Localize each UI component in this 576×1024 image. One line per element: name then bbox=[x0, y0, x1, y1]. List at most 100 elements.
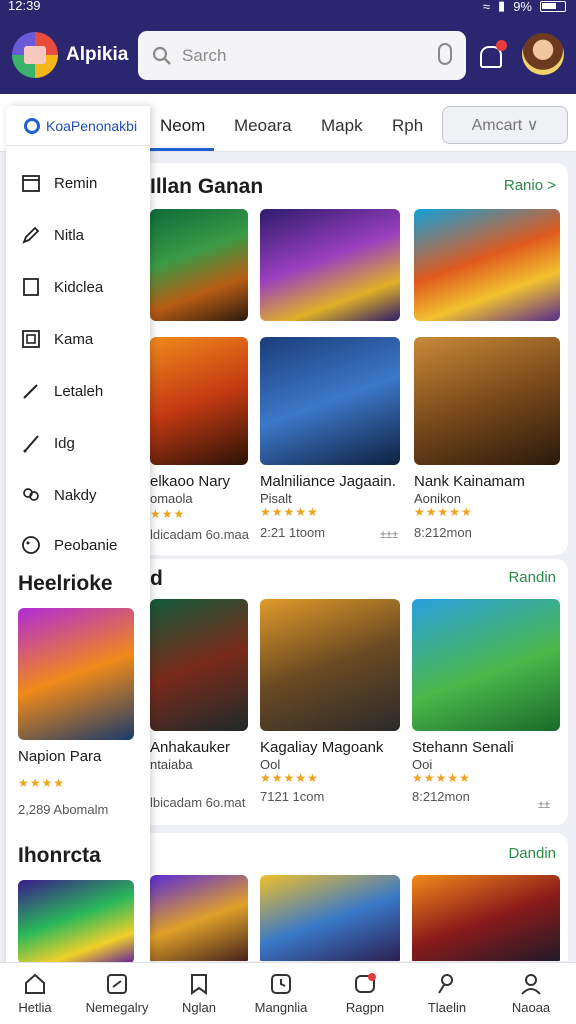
game-thumbnail[interactable] bbox=[150, 599, 248, 731]
game-subtitle: Pisalt bbox=[260, 491, 292, 506]
bottom-navigation: Hetlia Nemegalry Nglan Mangnlia Ragpn Tl… bbox=[0, 962, 576, 1024]
game-meta: 2:21 1toom bbox=[260, 525, 326, 540]
drawer-header[interactable]: KoaPenonakbi bbox=[6, 106, 150, 146]
nav-games[interactable]: Nemegalry bbox=[82, 967, 152, 1015]
nav-label: Nemegalry bbox=[85, 1000, 149, 1015]
game-title[interactable]: Kagaliay Magoank bbox=[260, 739, 383, 756]
section-more-link[interactable]: Ranio > bbox=[504, 177, 556, 194]
section-more-link[interactable]: Randin bbox=[508, 569, 556, 586]
avatar[interactable] bbox=[522, 33, 564, 75]
featured-game-thumbnail[interactable] bbox=[18, 608, 134, 740]
nav-clock[interactable]: Mangnlia bbox=[246, 967, 316, 1015]
game-thumbnail[interactable] bbox=[412, 875, 560, 961]
drawer-item-label: Nitla bbox=[54, 226, 85, 244]
game-title[interactable]: Malniliance Jagaain. bbox=[260, 473, 396, 490]
featured-game-rating: ★★★★ bbox=[18, 776, 66, 790]
tab-mapk[interactable]: Mapk bbox=[321, 116, 363, 136]
drawer-item[interactable]: Remin bbox=[20, 172, 97, 194]
game-rating: ★★★★★ bbox=[412, 771, 471, 785]
drawer-item-label: Peobanie bbox=[54, 536, 118, 554]
side-drawer: KoaPenonakbi Remin Nitla Kidclea Kama Le… bbox=[6, 106, 150, 966]
game-thumbnail[interactable] bbox=[150, 209, 248, 321]
game-thumbnail[interactable] bbox=[150, 875, 248, 961]
game-subtitle: Aonikon bbox=[414, 491, 461, 506]
wifi-icon: ≈ bbox=[482, 0, 491, 14]
game-meta: 8:212mon bbox=[412, 789, 470, 804]
search-icon bbox=[152, 46, 171, 65]
game-title[interactable]: Anhakauker bbox=[150, 739, 230, 756]
drawer-item-label: Nakdy bbox=[54, 486, 97, 504]
drawer-item[interactable]: Kama bbox=[20, 328, 93, 350]
drawer-item[interactable]: Nakdy bbox=[20, 484, 97, 506]
game-subtitle: Ool bbox=[260, 757, 281, 772]
palette-icon bbox=[20, 534, 42, 556]
game-thumbnail[interactable] bbox=[414, 209, 560, 321]
drawer-section-title: Heelrioke bbox=[18, 572, 113, 595]
nav-label: Nglan bbox=[182, 1000, 216, 1015]
category-dropdown[interactable]: Amcart ∨ bbox=[442, 106, 568, 144]
game-title[interactable]: elkaoo Nary bbox=[150, 473, 230, 490]
game-thumbnail[interactable] bbox=[414, 337, 560, 465]
bookmark-icon bbox=[186, 971, 212, 997]
tab-rph[interactable]: Rph bbox=[392, 116, 423, 136]
game-meta: 8:212mon bbox=[414, 525, 472, 540]
mic-icon[interactable] bbox=[438, 43, 452, 65]
game-subtitle: Ooi bbox=[412, 757, 433, 772]
featured-game-thumbnail[interactable] bbox=[18, 880, 134, 964]
download-icon[interactable]: ±± bbox=[538, 799, 550, 811]
game-subtitle: omaola bbox=[150, 491, 193, 506]
nav-community[interactable]: Tlaelin bbox=[412, 967, 482, 1015]
game-thumbnail[interactable] bbox=[150, 337, 248, 465]
nav-profile[interactable]: Naoaa bbox=[496, 967, 566, 1015]
game-thumbnail[interactable] bbox=[260, 875, 400, 961]
status-icons: ≈ ▮ 9% bbox=[483, 0, 566, 14]
nav-label: Naoaa bbox=[511, 1000, 551, 1015]
tab-neom[interactable]: Neom bbox=[160, 116, 205, 136]
game-rating: ★★★★★ bbox=[260, 505, 319, 519]
section-more-link[interactable]: Dandin bbox=[508, 845, 556, 862]
clock-icon bbox=[268, 971, 294, 997]
tab-meoara[interactable]: Meoara bbox=[234, 116, 292, 136]
notification-badge bbox=[496, 40, 507, 51]
account-icon bbox=[24, 117, 40, 134]
game-title[interactable]: Nank Kainamam bbox=[414, 473, 525, 490]
game-subtitle: ntaiaba bbox=[150, 757, 193, 772]
drawer-item[interactable]: Peobanie bbox=[20, 534, 117, 556]
signal-icon: ▮ bbox=[498, 0, 506, 13]
app-header: Alpikia Sarch bbox=[0, 16, 576, 94]
nav-label: Ragpn bbox=[345, 1000, 385, 1015]
nav-notifications[interactable]: Ragpn bbox=[330, 967, 400, 1015]
drawer-item[interactable]: Kidclea bbox=[20, 276, 103, 298]
edit-icon bbox=[20, 224, 42, 246]
drawer-item[interactable]: Nitla bbox=[20, 224, 84, 246]
battery-icon bbox=[540, 0, 566, 12]
section-title: d bbox=[150, 567, 163, 590]
drawer-item-label: Kama bbox=[54, 330, 94, 348]
game-thumbnail[interactable] bbox=[260, 337, 400, 465]
user-icon bbox=[518, 971, 544, 997]
chat-icon bbox=[352, 971, 378, 997]
status-bar: 12:39 ≈ ▮ 9% bbox=[0, 0, 576, 16]
gamepad-icon bbox=[104, 971, 130, 997]
app-logo[interactable] bbox=[12, 32, 58, 78]
game-meta: 7121 1com bbox=[260, 789, 325, 804]
drawer-section-title: Ihonrcta bbox=[18, 844, 101, 867]
game-rating: ★★★★★ bbox=[414, 505, 473, 519]
nav-home[interactable]: Hetlia bbox=[0, 967, 70, 1015]
featured-game-title[interactable]: Napion Para bbox=[18, 748, 101, 765]
home-icon bbox=[22, 971, 48, 997]
search-input[interactable]: Sarch bbox=[138, 31, 466, 80]
game-meta: lbicadam 6o.mat bbox=[150, 795, 246, 810]
app-name: Alpikia bbox=[66, 44, 129, 65]
game-title[interactable]: Stehann Senali bbox=[412, 739, 514, 756]
drawer-item[interactable]: Letaleh bbox=[20, 380, 103, 402]
search-placeholder: Sarch bbox=[182, 45, 227, 65]
download-icon[interactable]: ±±± bbox=[380, 529, 398, 541]
nav-bookmarks[interactable]: Nglan bbox=[164, 967, 234, 1015]
game-thumbnail[interactable] bbox=[260, 209, 400, 321]
drawer-item-label: Remin bbox=[54, 174, 98, 192]
game-thumbnail[interactable] bbox=[412, 599, 560, 731]
game-thumbnail[interactable] bbox=[260, 599, 400, 731]
pen-icon bbox=[20, 432, 42, 454]
drawer-item[interactable]: Idg bbox=[20, 432, 75, 454]
